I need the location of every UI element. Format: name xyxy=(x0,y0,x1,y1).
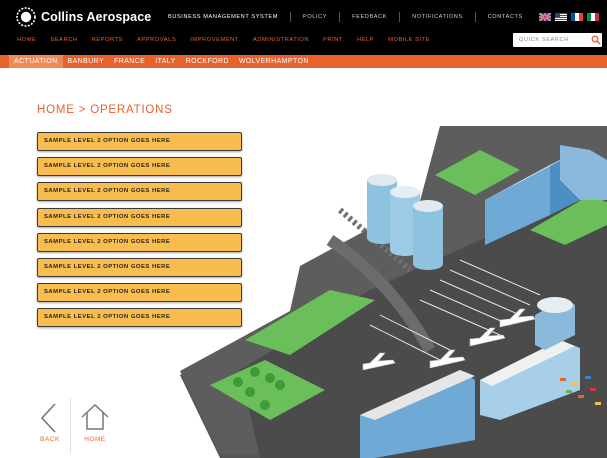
bottom-nav: BACK HOME xyxy=(30,398,130,458)
us-flag-icon[interactable] xyxy=(555,13,567,21)
home-icon xyxy=(81,403,109,430)
subnav-rockford[interactable]: ROCKFORD xyxy=(181,55,234,68)
quick-search-input[interactable] xyxy=(519,34,587,46)
utility-nav-feedback[interactable]: FEEDBACK xyxy=(339,12,399,22)
main-nav-approvals[interactable]: APPROVALS xyxy=(130,37,183,43)
quick-search xyxy=(513,33,602,47)
utility-nav-notifications[interactable]: NOTIFICATIONS xyxy=(399,12,475,22)
home-button[interactable]: HOME xyxy=(75,398,115,448)
utility-nav-policy[interactable]: POLICY xyxy=(290,12,339,22)
nav-divider xyxy=(70,398,71,453)
main-nav-mobile-site[interactable]: MOBILE SITE xyxy=(381,37,437,43)
airport-illustration xyxy=(180,126,607,458)
main-nav-administration[interactable]: ADMINISTRATION xyxy=(246,37,316,43)
subnav-france[interactable]: FRANCE xyxy=(109,55,150,68)
main-nav-reports[interactable]: REPORTS xyxy=(85,37,130,43)
main-nav-search[interactable]: SEARCH xyxy=(43,37,84,43)
back-label: BACK xyxy=(40,436,60,443)
subnav-banbury[interactable]: BANBURY xyxy=(63,55,110,68)
italy-flag-icon[interactable] xyxy=(587,13,599,21)
utility-nav: BUSINESS MANAGEMENT SYSTEM POLICY FEEDBA… xyxy=(160,12,535,22)
page: Collins Aerospace BUSINESS MANAGEMENT SY… xyxy=(0,0,607,458)
subnav-actuation[interactable]: ACTUATION xyxy=(9,55,63,68)
main-nav-improvement[interactable]: IMPROVEMENT xyxy=(183,37,246,43)
back-button[interactable]: BACK xyxy=(30,398,70,448)
collins-logo-icon xyxy=(16,7,36,27)
utility-nav-bms[interactable]: BUSINESS MANAGEMENT SYSTEM xyxy=(160,12,290,22)
language-flags xyxy=(539,13,599,21)
main-nav: HOME SEARCH REPORTS APPROVALS IMPROVEMEN… xyxy=(10,37,437,43)
main-nav-home[interactable]: HOME xyxy=(10,37,43,43)
brand-logo[interactable]: Collins Aerospace xyxy=(16,7,151,27)
subnav-wolverhampton[interactable]: WOLVERHAMPTON xyxy=(234,55,314,68)
chevron-left-icon xyxy=(40,403,56,433)
brand-name: Collins Aerospace xyxy=(41,10,152,24)
main-nav-help[interactable]: HELP xyxy=(350,37,381,43)
breadcrumb: HOME > OPERATIONS xyxy=(37,104,173,116)
uk-flag-icon[interactable] xyxy=(539,13,551,21)
search-icon[interactable] xyxy=(591,35,601,45)
france-flag-icon[interactable] xyxy=(571,13,583,21)
top-header: Collins Aerospace BUSINESS MANAGEMENT SY… xyxy=(0,0,607,55)
subnav-italy[interactable]: ITALY xyxy=(150,55,180,68)
site-subnav: ACTUATION BANBURY FRANCE ITALY ROCKFORD … xyxy=(0,55,607,68)
utility-nav-contacts[interactable]: CONTACTS xyxy=(474,12,535,22)
main-nav-print[interactable]: PRINT xyxy=(316,37,350,43)
home-label: HOME xyxy=(84,436,106,443)
